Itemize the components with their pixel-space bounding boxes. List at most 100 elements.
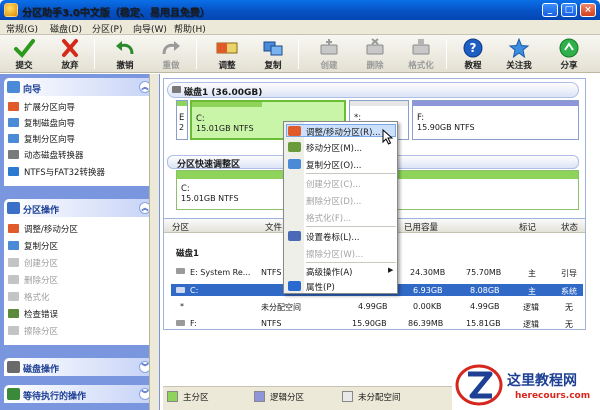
sidebar-item-ntfs-fat32[interactable]: NTFS与FAT32转换器 (8, 166, 105, 180)
menu-partition[interactable]: 分区(P) (92, 22, 122, 35)
row-f-name[interactable]: F: (190, 319, 197, 328)
pending-ops-icon (7, 388, 20, 400)
row-unalloc-flag: 逻辑 (523, 303, 539, 312)
discard-label: 放弃 (61, 61, 79, 71)
discard-button[interactable]: 放弃 (49, 38, 91, 71)
unallocated-swatch (342, 391, 353, 402)
menu-help[interactable]: 帮助(H) (174, 22, 206, 35)
adjust-button[interactable]: 调整 (206, 38, 248, 71)
ctx-set-label[interactable]: 设置卷标(L)... (306, 231, 359, 243)
disk-header-label: 磁盘1 (36.00GB) (184, 88, 263, 98)
ctx-format[interactable]: 格式化(F)... (306, 212, 351, 224)
col-filesystem[interactable]: 文件 (265, 221, 282, 233)
undo-button[interactable]: 撤销 (104, 38, 146, 71)
sidebar-item-resize-move[interactable]: 调整/移动分区 (8, 223, 78, 237)
row-unalloc-unused: 4.99GB (470, 302, 500, 311)
label-icon (288, 231, 301, 241)
partition-c-info: 15.01GB NTFS (196, 124, 254, 133)
ctx-separator (306, 226, 396, 227)
row-f-flag: 逻辑 (523, 320, 539, 329)
col-flag[interactable]: 标记 (519, 221, 536, 233)
copy-button[interactable]: 复制 (252, 38, 294, 71)
ctx-copy-partition[interactable]: 复制分区(O)... (306, 159, 361, 171)
ctx-move-partition[interactable]: 移动分区(M)... (306, 142, 362, 154)
ctx-advanced[interactable]: 高级操作(A) (306, 266, 352, 278)
share-button[interactable]: 分享 (548, 38, 590, 71)
sidebar-item-delete-partition[interactable]: 删除分区 (8, 274, 58, 288)
menu-disk[interactable]: 磁盘(D) (50, 22, 82, 35)
copy-icon (8, 241, 19, 250)
sidebar-item-format[interactable]: 格式化 (8, 291, 50, 305)
x-icon (62, 39, 78, 57)
sidebar-item-check-errors[interactable]: 检查错误 (8, 308, 58, 322)
sidebar-item-copy-partition[interactable]: 复制分区 (8, 240, 58, 254)
tutorial-button[interactable]: ? 教程 (452, 38, 494, 71)
copy-partition-icon (8, 134, 19, 143)
row-e-status: 引导 (561, 269, 577, 278)
maximize-button[interactable]: □ (561, 3, 577, 17)
partition-e-info: 2 (179, 123, 185, 132)
delete-icon (8, 275, 19, 284)
minimize-button[interactable]: _ (542, 3, 558, 17)
sidebar-item-copy-partition-wizard[interactable]: 复制分区向导 (8, 133, 75, 147)
ctx-properties[interactable]: 属性(P) (306, 281, 335, 293)
redo-icon (162, 41, 180, 55)
adjust-label: 调整 (218, 61, 236, 71)
ctx-separator (306, 173, 396, 174)
row-unalloc-name[interactable]: * (180, 302, 184, 311)
delete-label: 删除 (366, 61, 384, 71)
follow-button[interactable]: 关注我 (498, 38, 540, 71)
minimize-icon: _ (547, 5, 553, 15)
disk-header[interactable]: 磁盘1 (36.00GB) (167, 82, 579, 98)
sidebar-scrollbar[interactable] (149, 74, 159, 410)
format-button[interactable]: 格式化 (400, 38, 442, 71)
partition-c-name: C: (196, 114, 205, 124)
create-button[interactable]: 创建 (308, 38, 350, 71)
row-c-unused: 8.08GB (470, 286, 500, 295)
toolbar-separator (196, 39, 197, 69)
redo-button[interactable]: 重做 (150, 38, 192, 71)
sidebar-item-copy-disk-wizard[interactable]: 复制磁盘向导 (8, 117, 75, 131)
table-disk-label: 磁盘1 (176, 249, 199, 259)
sidebar-item-dynamic-disk[interactable]: 动态磁盘转换器 (8, 149, 84, 163)
wizard-panel-header[interactable]: 向导 ︽ (4, 78, 154, 96)
legend-unallocated: 未分配空间 (342, 391, 401, 403)
ctx-create-partition[interactable]: 创建分区(C)... (306, 178, 361, 190)
partition-ops-title: 分区操作 (23, 206, 60, 216)
partition-bar-e[interactable]: E 2 (176, 100, 188, 140)
menu-general[interactable]: 常规(G) (6, 22, 38, 35)
close-icon: × (584, 5, 592, 15)
app-icon (4, 3, 18, 17)
format-disk-icon (412, 39, 430, 55)
close-button[interactable]: × (580, 3, 596, 17)
create-disk-icon (320, 39, 338, 55)
disk-ops-panel-header[interactable]: 磁盘操作 ︾ (4, 358, 154, 376)
pending-ops-panel-header[interactable]: 等待执行的操作 ︾ (4, 385, 154, 403)
partition-f-info: 15.90GB NTFS (417, 123, 475, 132)
ctx-delete-partition[interactable]: 删除分区(D)... (306, 195, 361, 207)
ctx-resize-move[interactable]: 调整/移动分区(R)... (306, 126, 381, 138)
watermark-name: 这里教程网 (507, 373, 577, 389)
delete-button[interactable]: 删除 (354, 38, 396, 71)
quick-adjust-c-name: C: (181, 184, 190, 194)
delete-disk-icon (366, 38, 384, 55)
extend-icon (8, 102, 19, 111)
dynamic-disk-icon (8, 150, 19, 159)
submit-button[interactable]: 提交 (3, 38, 45, 71)
sidebar-item-wipe-partition[interactable]: 擦除分区 (8, 325, 58, 339)
col-status[interactable]: 状态 (561, 221, 578, 233)
col-used[interactable]: 已用容量 (404, 221, 438, 233)
row-e-name[interactable]: E: System Re... (190, 268, 250, 277)
properties-icon (288, 281, 301, 291)
col-partition[interactable]: 分区 (172, 221, 189, 233)
sidebar-item-create-partition[interactable]: 创建分区 (8, 257, 58, 271)
row-unalloc-capacity: 4.99GB (358, 302, 388, 311)
partition-bar-f[interactable]: F: 15.90GB NTFS (412, 100, 579, 140)
ctx-wipe-partition[interactable]: 擦除分区(W)... (306, 248, 363, 260)
row-c-name[interactable]: C: (190, 286, 198, 295)
quick-adjust-title: 分区快速调整区 (177, 160, 241, 170)
menu-wizard[interactable]: 向导(W) (133, 22, 167, 35)
partition-ops-panel-header[interactable]: 分区操作 ︽ (4, 199, 154, 217)
move-icon (288, 142, 301, 152)
sidebar-item-extend-wizard[interactable]: 扩展分区向导 (8, 101, 75, 115)
